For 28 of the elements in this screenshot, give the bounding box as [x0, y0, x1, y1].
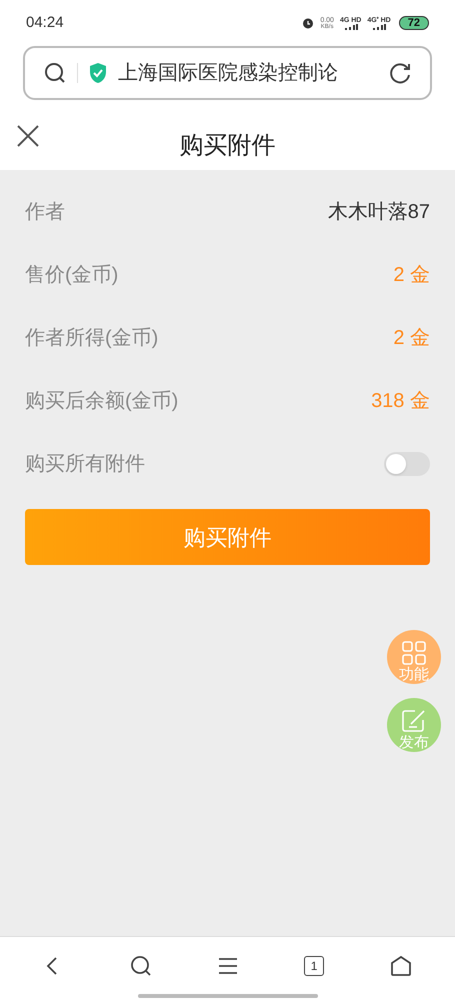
close-icon[interactable]	[16, 124, 40, 148]
row-label: 购买所有附件	[25, 452, 145, 476]
tabs-button[interactable]: 1	[304, 956, 324, 976]
home-icon[interactable]	[388, 954, 413, 978]
refresh-icon[interactable]	[388, 61, 412, 85]
row-label: 作者所得(金币)	[25, 326, 158, 350]
signal-icon	[342, 24, 359, 30]
row-label: 作者	[25, 200, 65, 224]
page-title: 购买附件	[180, 131, 276, 161]
shield-check-icon	[88, 62, 108, 84]
coin-value: 318 金	[371, 388, 430, 414]
alarm-icon	[302, 17, 314, 29]
menu-icon[interactable]	[217, 956, 240, 976]
status-time: 04:24	[26, 12, 64, 33]
toggle-switch[interactable]	[384, 452, 430, 476]
coin-value: 2 金	[393, 262, 430, 288]
signal-icon	[371, 24, 388, 30]
address-bar[interactable]: 上海国际医院感染控制论	[23, 46, 432, 100]
grid-icon	[401, 640, 427, 666]
coin-value: 2 金	[393, 326, 430, 350]
battery-indicator: 72	[398, 16, 429, 30]
search-icon[interactable]	[128, 954, 153, 978]
row-label: 售价(金币)	[25, 262, 118, 288]
url-text[interactable]: 上海国际医院感染控制论	[118, 58, 378, 88]
row-value: 木木叶落87	[328, 200, 430, 224]
search-icon[interactable]	[43, 61, 67, 85]
edit-icon	[401, 708, 427, 734]
row-label: 购买后余额(金币)	[25, 388, 178, 414]
